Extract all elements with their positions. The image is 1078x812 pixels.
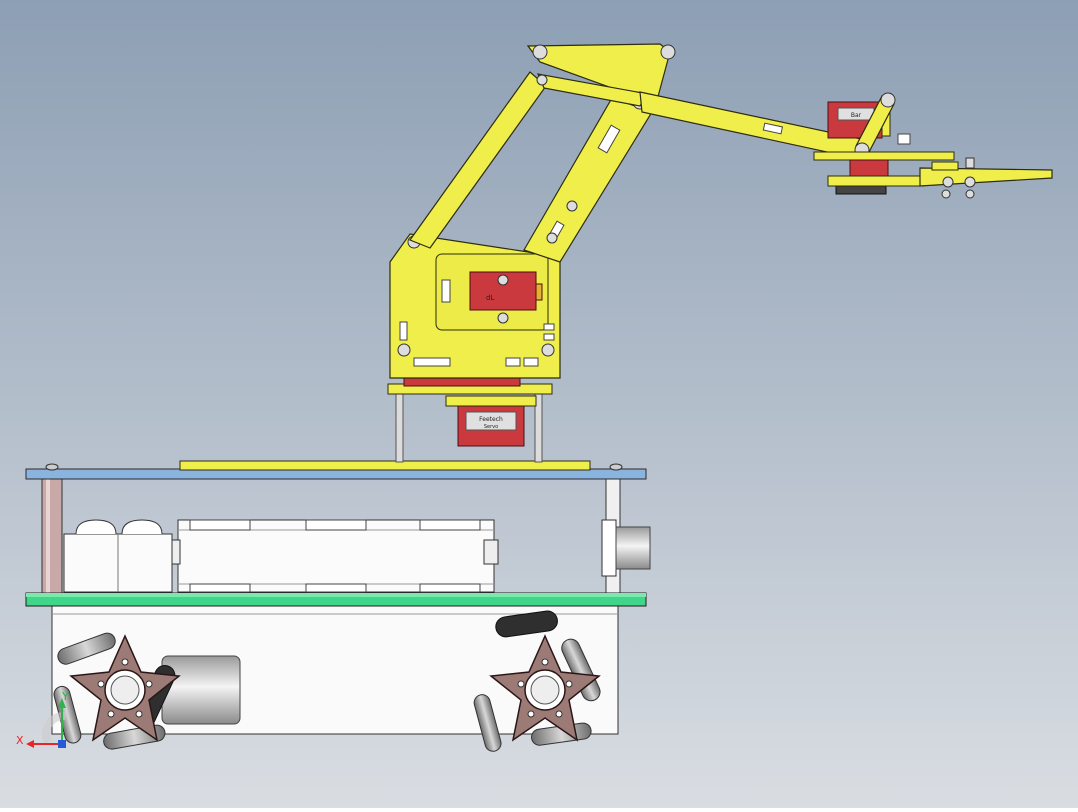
arm-base-plate[interactable] <box>179 460 591 471</box>
triad-z-axis <box>58 740 66 748</box>
shoulder-housing[interactable]: dL <box>389 233 561 379</box>
base-servo-sublabel: Servo <box>484 424 498 430</box>
left-standoff <box>41 477 63 595</box>
turntable-lower <box>445 395 537 407</box>
triad-y-label: Y <box>61 690 69 703</box>
base-standoff-left <box>395 391 404 463</box>
gripper-lower-plate <box>827 175 925 187</box>
ultrasonic-sensor <box>615 526 651 570</box>
ultrasonic-sensor-mount <box>601 519 617 577</box>
shoulder-servo-label: dL <box>486 294 494 302</box>
battery-pack <box>177 519 495 593</box>
gripper-servo-label: Bar <box>851 112 862 119</box>
base-servo-label: Feetech <box>479 416 503 423</box>
gripper-upper-plate <box>813 151 955 161</box>
cad-viewport[interactable]: Feetech Servo dL Bar X Y <box>0 0 1078 808</box>
left-motor <box>161 655 241 725</box>
cad-model-drawing: Feetech Servo dL Bar X Y <box>0 0 1078 808</box>
triad-x-label: X <box>16 734 24 747</box>
